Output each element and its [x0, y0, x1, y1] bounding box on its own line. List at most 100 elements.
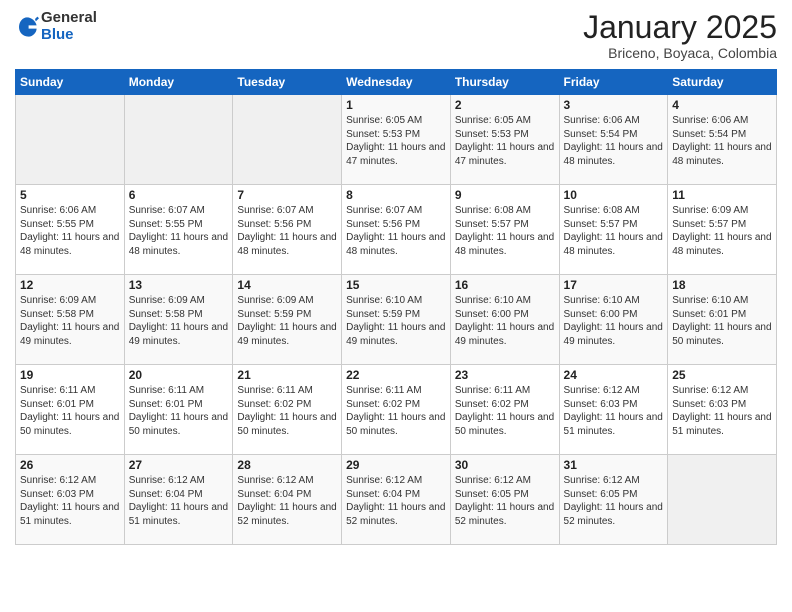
calendar-cell: 17 Sunrise: 6:10 AMSunset: 6:00 PMDayligh… [559, 275, 668, 365]
month-title: January 2025 [583, 10, 777, 45]
cell-content: Sunrise: 6:11 AMSunset: 6:02 PMDaylight:… [346, 384, 446, 438]
logo-general: General [41, 9, 97, 26]
day-number: 30 [455, 458, 555, 472]
day-number: 17 [564, 278, 664, 292]
day-number: 18 [672, 278, 772, 292]
cell-content: Sunrise: 6:11 AMSunset: 6:02 PMDaylight:… [237, 384, 337, 438]
calendar-cell: 15 Sunrise: 6:10 AMSunset: 5:59 PMDayligh… [342, 275, 451, 365]
cell-content: Sunrise: 6:05 AMSunset: 5:53 PMDaylight:… [346, 114, 446, 168]
logo: General Blue [15, 10, 97, 43]
cell-content: Sunrise: 6:11 AMSunset: 6:01 PMDaylight:… [129, 384, 229, 438]
day-number: 2 [455, 98, 555, 112]
column-header-thursday: Thursday [450, 70, 559, 95]
day-number: 4 [672, 98, 772, 112]
cell-content: Sunrise: 6:07 AMSunset: 5:55 PMDaylight:… [129, 204, 229, 258]
calendar-cell: 13 Sunrise: 6:09 AMSunset: 5:58 PMDayligh… [124, 275, 233, 365]
calendar-cell [233, 95, 342, 185]
calendar-cell: 9 Sunrise: 6:08 AMSunset: 5:57 PMDaylight… [450, 185, 559, 275]
logo-text: General Blue [41, 10, 97, 43]
calendar-week-row: 5Sunrise: 6:06 AMSunset: 5:55 PMDaylight… [16, 185, 777, 275]
cell-content: Sunrise: 6:12 AMSunset: 6:03 PMDaylight:… [672, 384, 772, 438]
calendar-cell: 25 Sunrise: 6:12 AMSunset: 6:03 PMDayligh… [668, 365, 777, 455]
cell-content: Sunrise: 6:12 AMSunset: 6:04 PMDaylight:… [129, 474, 229, 528]
calendar-cell: 2 Sunrise: 6:05 AMSunset: 5:53 PMDaylight… [450, 95, 559, 185]
cell-content: Sunrise: 6:08 AMSunset: 5:57 PMDaylight:… [455, 204, 555, 258]
logo-icon [15, 15, 39, 39]
day-number: 14 [237, 278, 337, 292]
calendar-cell: 20 Sunrise: 6:11 AMSunset: 6:01 PMDayligh… [124, 365, 233, 455]
column-header-saturday: Saturday [668, 70, 777, 95]
calendar-week-row: 1 Sunrise: 6:05 AMSunset: 5:53 PMDaylight… [16, 95, 777, 185]
calendar-cell: 23 Sunrise: 6:11 AMSunset: 6:02 PMDayligh… [450, 365, 559, 455]
title-block: January 2025 Briceno, Boyaca, Colombia [583, 10, 777, 61]
calendar-cell: 14 Sunrise: 6:09 AMSunset: 5:59 PMDayligh… [233, 275, 342, 365]
day-number: 29 [346, 458, 446, 472]
day-number: 27 [129, 458, 229, 472]
cell-content: Sunrise: 6:09 AMSunset: 5:58 PMDaylight:… [129, 294, 229, 348]
cell-content: Sunrise: 6:07 AMSunset: 5:56 PMDaylight:… [237, 204, 337, 258]
cell-content: Sunrise: 6:05 AMSunset: 5:53 PMDaylight:… [455, 114, 555, 168]
cell-content: Sunrise: 6:07 AMSunset: 5:56 PMDaylight:… [346, 204, 446, 258]
calendar-cell: 1 Sunrise: 6:05 AMSunset: 5:53 PMDaylight… [342, 95, 451, 185]
day-number: 21 [237, 368, 337, 382]
cell-content: Sunrise: 6:10 AMSunset: 6:01 PMDaylight:… [672, 294, 772, 348]
calendar-cell: 24Sunrise: 6:12 AMSunset: 6:03 PMDayligh… [559, 365, 668, 455]
day-number: 10 [564, 188, 664, 202]
logo-blue: Blue [41, 26, 74, 43]
cell-content: Sunrise: 6:12 AMSunset: 6:04 PMDaylight:… [237, 474, 337, 528]
day-number: 16 [455, 278, 555, 292]
cell-content: Sunrise: 6:09 AMSunset: 5:57 PMDaylight:… [672, 204, 772, 258]
calendar-cell: 27 Sunrise: 6:12 AMSunset: 6:04 PMDayligh… [124, 455, 233, 545]
day-number: 20 [129, 368, 229, 382]
calendar-cell [668, 455, 777, 545]
cell-content: Sunrise: 6:12 AMSunset: 6:05 PMDaylight:… [564, 474, 664, 528]
cell-content: Sunrise: 6:12 AMSunset: 6:05 PMDaylight:… [455, 474, 555, 528]
calendar-cell: 16 Sunrise: 6:10 AMSunset: 6:00 PMDayligh… [450, 275, 559, 365]
column-header-sunday: Sunday [16, 70, 125, 95]
calendar-cell: 22Sunrise: 6:11 AMSunset: 6:02 PMDayligh… [342, 365, 451, 455]
calendar-cell: 28 Sunrise: 6:12 AMSunset: 6:04 PMDayligh… [233, 455, 342, 545]
calendar-cell: 8 Sunrise: 6:07 AMSunset: 5:56 PMDaylight… [342, 185, 451, 275]
day-number: 1 [346, 98, 446, 112]
calendar-cell: 11 Sunrise: 6:09 AMSunset: 5:57 PMDayligh… [668, 185, 777, 275]
day-number: 12 [20, 278, 120, 292]
calendar-cell: 18 Sunrise: 6:10 AMSunset: 6:01 PMDayligh… [668, 275, 777, 365]
cell-content: Sunrise: 6:12 AMSunset: 6:03 PMDaylight:… [564, 384, 664, 438]
day-number: 5 [20, 188, 120, 202]
day-number: 25 [672, 368, 772, 382]
calendar-cell: 4 Sunrise: 6:06 AMSunset: 5:54 PMDaylight… [668, 95, 777, 185]
calendar-cell: 31 Sunrise: 6:12 AMSunset: 6:05 PMDayligh… [559, 455, 668, 545]
day-number: 28 [237, 458, 337, 472]
calendar-cell: 19Sunrise: 6:11 AMSunset: 6:01 PMDayligh… [16, 365, 125, 455]
day-number: 7 [237, 188, 337, 202]
day-number: 11 [672, 188, 772, 202]
cell-content: Sunrise: 6:10 AMSunset: 6:00 PMDaylight:… [564, 294, 664, 348]
calendar-cell: 3 Sunrise: 6:06 AMSunset: 5:54 PMDaylight… [559, 95, 668, 185]
calendar-cell: 12 Sunrise: 6:09 AMSunset: 5:58 PMDayligh… [16, 275, 125, 365]
day-number: 3 [564, 98, 664, 112]
cell-content: Sunrise: 6:11 AMSunset: 6:02 PMDaylight:… [455, 384, 555, 438]
calendar-header-row: SundayMondayTuesdayWednesdayThursdayFrid… [16, 70, 777, 95]
cell-content: Sunrise: 6:11 AMSunset: 6:01 PMDaylight:… [20, 384, 120, 438]
calendar-cell: 21 Sunrise: 6:11 AMSunset: 6:02 PMDayligh… [233, 365, 342, 455]
day-number: 9 [455, 188, 555, 202]
calendar-week-row: 26 Sunrise: 6:12 AMSunset: 6:03 PMDayligh… [16, 455, 777, 545]
cell-content: Sunrise: 6:10 AMSunset: 5:59 PMDaylight:… [346, 294, 446, 348]
cell-content: Sunrise: 6:09 AMSunset: 5:59 PMDaylight:… [237, 294, 337, 348]
calendar-week-row: 12 Sunrise: 6:09 AMSunset: 5:58 PMDayligh… [16, 275, 777, 365]
cell-content: Sunrise: 6:09 AMSunset: 5:58 PMDaylight:… [20, 294, 120, 348]
day-number: 31 [564, 458, 664, 472]
day-number: 15 [346, 278, 446, 292]
day-number: 23 [455, 368, 555, 382]
day-number: 6 [129, 188, 229, 202]
calendar-cell: 5Sunrise: 6:06 AMSunset: 5:55 PMDaylight… [16, 185, 125, 275]
cell-content: Sunrise: 6:06 AMSunset: 5:54 PMDaylight:… [672, 114, 772, 168]
column-header-wednesday: Wednesday [342, 70, 451, 95]
day-number: 8 [346, 188, 446, 202]
cell-content: Sunrise: 6:10 AMSunset: 6:00 PMDaylight:… [455, 294, 555, 348]
calendar-cell [124, 95, 233, 185]
day-number: 13 [129, 278, 229, 292]
day-number: 26 [20, 458, 120, 472]
cell-content: Sunrise: 6:06 AMSunset: 5:54 PMDaylight:… [564, 114, 664, 168]
cell-content: Sunrise: 6:12 AMSunset: 6:03 PMDaylight:… [20, 474, 120, 528]
